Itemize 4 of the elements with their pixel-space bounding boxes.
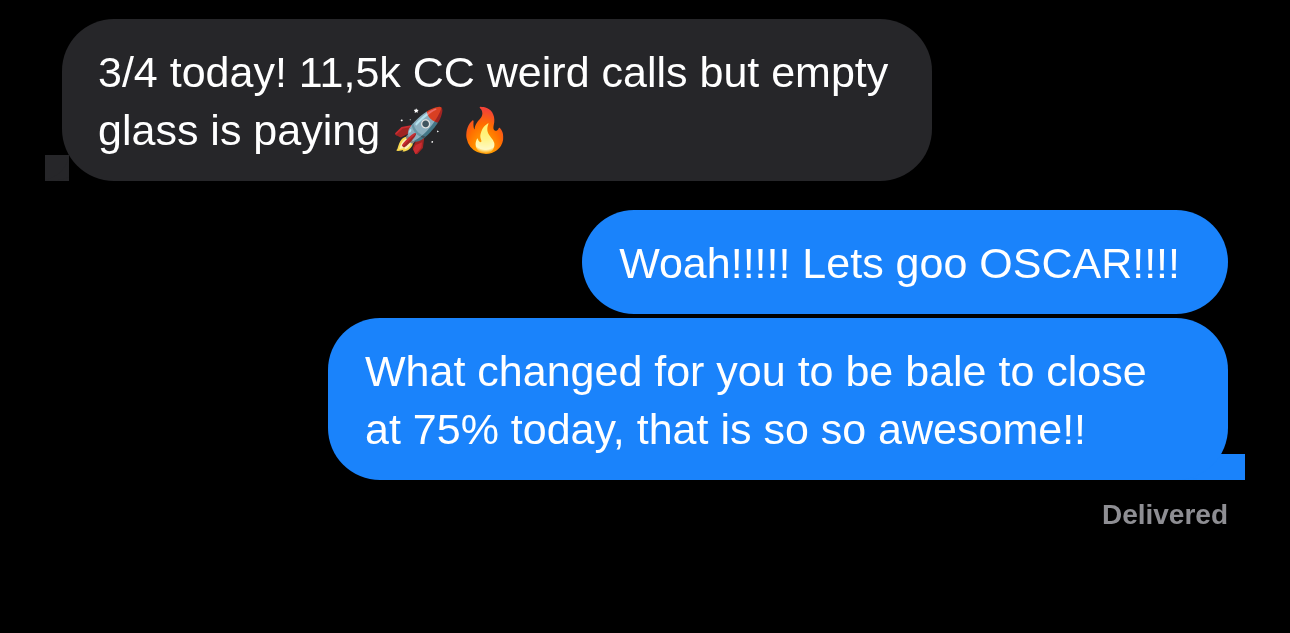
message-bubble: 3/4 today! 11,5k CC weird calls but empty glass is paying 🚀 🔥: [62, 19, 932, 181]
delivery-status: Delivered: [1101, 498, 1228, 532]
message-bubble: Woah!!!!! Lets goo OSCAR!!!!: [582, 210, 1228, 314]
message-bubble: What changed for you to be bale to close at 75% today, that is so so awesome!!: [328, 318, 1228, 480]
